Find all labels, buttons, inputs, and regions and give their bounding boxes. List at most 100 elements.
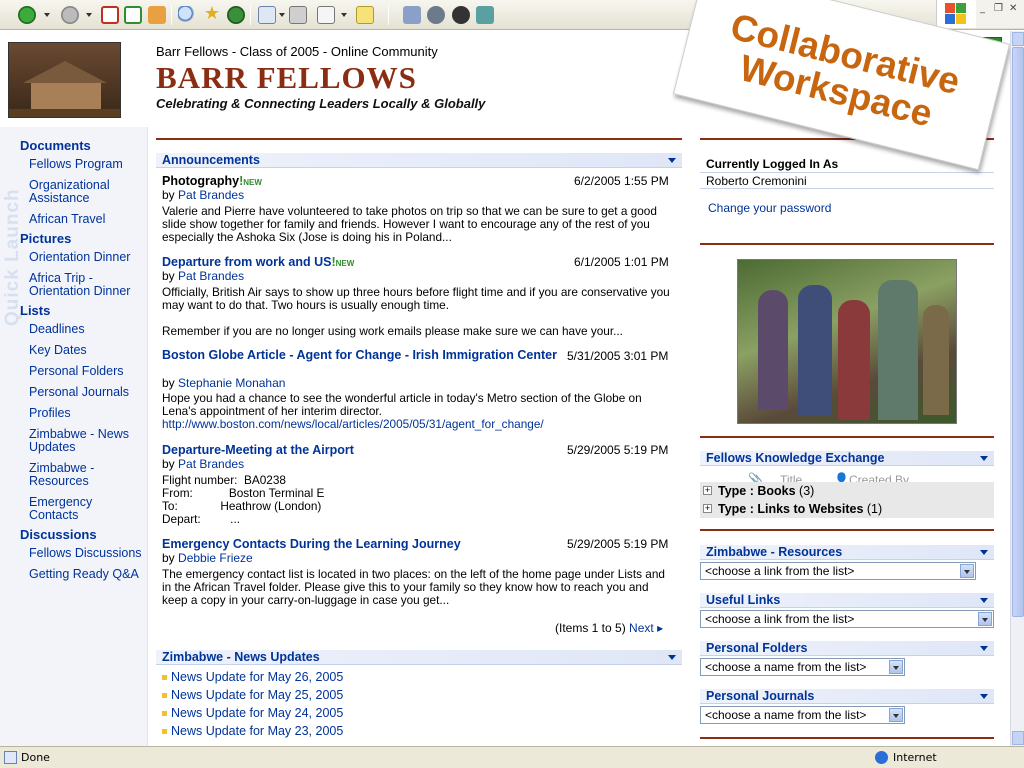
personal-journals-title[interactable]: Personal Journals [706,689,814,703]
useful-links-title[interactable]: Useful Links [706,593,780,607]
tools-icon[interactable] [476,6,494,24]
chevron-down-icon[interactable] [980,550,988,555]
announcements-title[interactable]: Announcements [162,153,260,167]
nav-item[interactable]: Africa Trip - Orientation Dinner [29,272,143,298]
nav-item[interactable]: Orientation Dinner [29,251,143,264]
nav-item[interactable]: Fellows Program [29,158,143,171]
nav-item[interactable]: Fellows Discussions [29,547,143,560]
chevron-down-icon[interactable] [980,646,988,651]
expand-icon[interactable]: + [703,504,712,513]
announcement-author-line: by Pat Brandes [162,457,245,471]
discuss-icon[interactable] [356,6,374,24]
research-icon[interactable] [403,6,421,24]
announcement-date: 6/1/2005 1:01 PM [574,255,669,269]
author-link[interactable]: Debbie Frieze [178,551,253,565]
knowledge-title[interactable]: Fellows Knowledge Exchange [706,451,885,465]
news-item[interactable]: News Update for May 26, 2005 [162,670,343,684]
personal-folders-title[interactable]: Personal Folders [706,641,807,655]
media-icon[interactable] [452,6,470,24]
back-icon[interactable] [18,6,36,24]
close-icon[interactable]: ✕ [1009,3,1017,14]
nav-item[interactable]: Personal Folders [29,365,143,378]
knowledge-group-row[interactable]: + Type : Links to Websites (1) [700,500,994,518]
next-link[interactable]: Next [629,621,654,635]
select-arrow-icon[interactable] [978,612,992,626]
news-item[interactable]: News Update for May 25, 2005 [162,688,343,702]
vertical-scrollbar[interactable] [1010,31,1024,746]
nav-item[interactable]: Emergency Contacts [29,496,143,522]
chevron-down-icon[interactable] [668,158,676,163]
announcement-title[interactable]: Boston Globe Article - Agent for Change … [162,349,557,362]
author-link[interactable]: Stephanie Monahan [178,376,285,390]
select-arrow-icon[interactable] [960,564,974,578]
nav-item[interactable]: Getting Ready Q&A [29,568,143,581]
announcement-date: 5/29/2005 5:19 PM [567,443,669,457]
nav-item[interactable]: Zimbabwe - News Updates [29,428,143,454]
expand-icon[interactable]: + [703,486,712,495]
chevron-down-icon[interactable] [980,456,988,461]
resources-select[interactable]: <choose a link from the list> [700,562,976,580]
nav-item[interactable]: Zimbabwe - Resources [29,462,143,488]
nav-heading-discussions[interactable]: Discussions [20,527,97,542]
home-icon[interactable] [148,6,166,24]
nav-item[interactable]: Personal Journals [29,386,143,399]
minimize-icon[interactable]: _ [980,3,985,14]
nav-item[interactable]: Profiles [29,407,143,420]
chevron-down-icon[interactable] [980,694,988,699]
favorites-icon[interactable]: ★ [203,5,221,24]
mail-dropdown-icon[interactable] [279,13,285,17]
chevron-down-icon[interactable] [668,655,676,660]
restore-icon[interactable]: ❐ [994,3,1003,14]
change-password-link[interactable]: Change your password [708,201,831,215]
author-link[interactable]: Pat Brandes [178,269,244,283]
forward-dropdown-icon[interactable] [86,13,92,17]
nav-item[interactable]: African Travel [29,213,143,226]
stop-icon[interactable] [101,6,119,24]
windows-logo-icon [936,0,976,28]
back-dropdown-icon[interactable] [44,13,50,17]
zone-text: Internet [893,751,937,764]
next-arrow-icon[interactable]: ▸ [657,621,663,635]
nav-item[interactable]: Deadlines [29,323,143,336]
globe-icon [875,751,888,764]
nav-item[interactable]: Key Dates [29,344,143,357]
edit-icon[interactable] [317,6,335,24]
nav-heading-pictures[interactable]: Pictures [20,231,71,246]
select-arrow-icon[interactable] [889,708,903,722]
announcement-title[interactable]: Emergency Contacts During the Learning J… [162,537,461,551]
author-link[interactable]: Pat Brandes [178,188,244,202]
refresh-icon[interactable] [124,6,142,24]
select-arrow-icon[interactable] [889,660,903,674]
useful-links-header: Useful Links [700,593,994,608]
announcement-title[interactable]: Photography!NEW [162,174,262,188]
scroll-thumb[interactable] [1012,47,1024,617]
announcement-title[interactable]: Departure from work and US!NEW [162,255,354,269]
useful-links-select[interactable]: <choose a link from the list> [700,610,994,628]
news-updates-title[interactable]: Zimbabwe - News Updates [162,650,320,664]
scroll-up-icon[interactable] [1012,32,1024,46]
news-item[interactable]: News Update for May 24, 2005 [162,706,343,720]
messenger-icon[interactable] [427,6,445,24]
resources-title[interactable]: Zimbabwe - Resources [706,545,842,559]
nav-item[interactable]: Organizational Assistance [29,179,143,205]
news-updates-header: Zimbabwe - News Updates [156,650,682,665]
author-link[interactable]: Pat Brandes [178,457,244,471]
edit-dropdown-icon[interactable] [341,13,347,17]
announcement-link[interactable]: http://www.boston.com/news/local/article… [162,418,677,431]
history-icon[interactable] [227,6,245,24]
login-heading: Currently Logged In As [706,157,839,171]
nav-heading-lists[interactable]: Lists [20,303,50,318]
print-icon[interactable] [289,6,307,24]
news-item[interactable]: News Update for May 23, 2005 [162,724,343,738]
knowledge-header: Fellows Knowledge Exchange [700,451,994,466]
nav-heading-documents[interactable]: Documents [20,138,91,153]
announcement-title[interactable]: Departure-Meeting at the Airport [162,443,354,457]
search-icon[interactable] [178,6,196,24]
knowledge-group-row[interactable]: + Type : Books (3) [700,482,994,500]
chevron-down-icon[interactable] [980,598,988,603]
personal-journals-select[interactable]: <choose a name from the list> [700,706,905,724]
forward-icon[interactable] [61,6,79,24]
mail-icon[interactable] [258,6,276,24]
scroll-down-icon[interactable] [1012,731,1024,745]
personal-folders-select[interactable]: <choose a name from the list> [700,658,905,676]
